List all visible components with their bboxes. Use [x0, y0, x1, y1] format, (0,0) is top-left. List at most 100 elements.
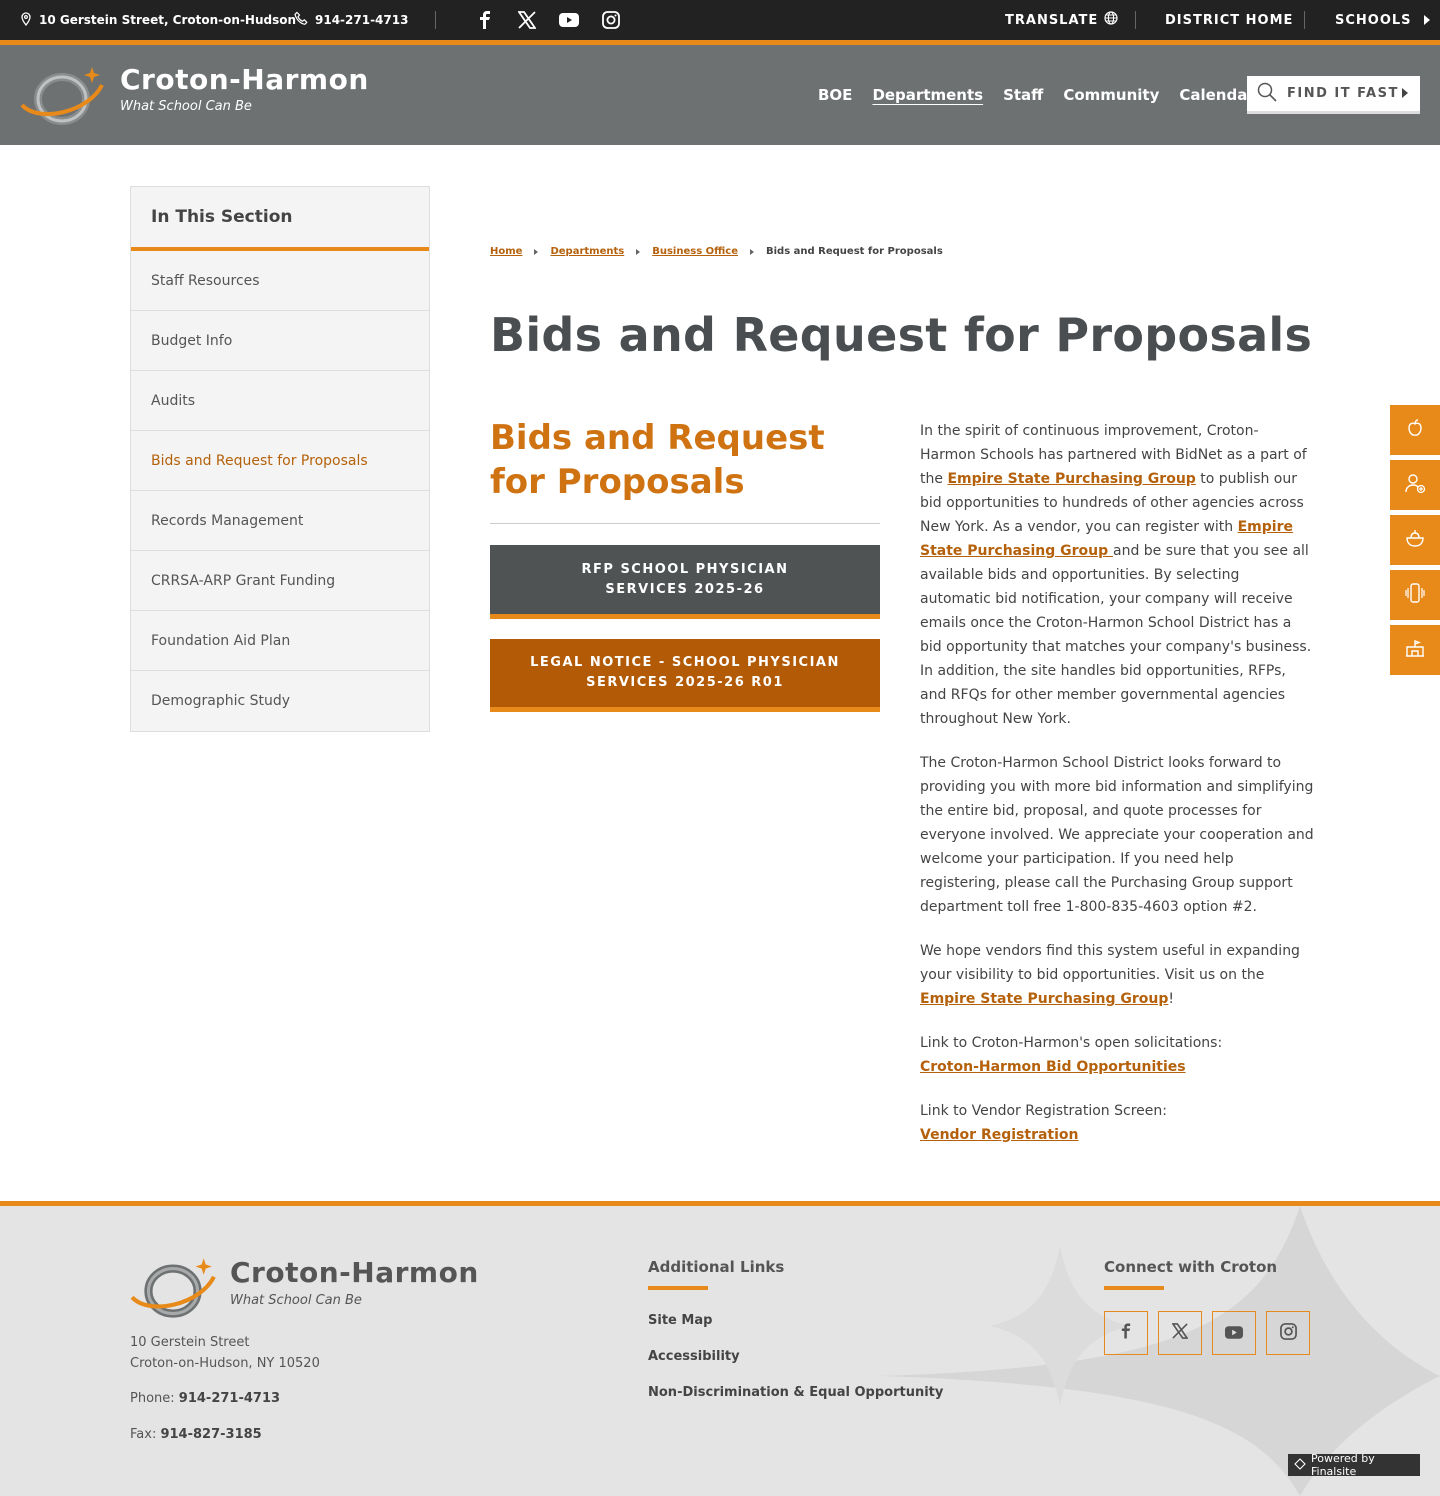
instagram-icon[interactable] — [600, 9, 622, 31]
footer-logo-icon[interactable] — [128, 1256, 218, 1320]
x-icon[interactable] — [516, 9, 538, 31]
address[interactable]: 10 Gerstein Street, Croton-on-Hudson — [20, 0, 296, 40]
heading-underline — [1104, 1286, 1164, 1290]
facebook-icon[interactable] — [474, 9, 496, 31]
utility-bar: 10 Gerstein Street, Croton-on-Hudson 914… — [0, 0, 1440, 40]
footer-facebook-button[interactable] — [1104, 1311, 1148, 1355]
site-footer: Croton-Harmon What School Can Be 10 Gers… — [0, 1206, 1440, 1496]
schools-menu-button[interactable]: SCHOOLS — [1335, 0, 1430, 40]
site-header: Croton-Harmon What School Can Be BOE Dep… — [0, 45, 1440, 145]
footer-tagline: What School Can Be — [230, 1293, 362, 1308]
phone-label: Phone: — [130, 1391, 179, 1406]
sidebar-item-records-management[interactable]: Records Management — [131, 491, 429, 551]
rfp-button-label: RFP SCHOOL PHYSICIAN SERVICES 2025-26 — [582, 560, 789, 600]
footer-fax: Fax: 914-827-3185 — [130, 1427, 262, 1442]
divider — [1135, 11, 1136, 29]
site-title[interactable]: Croton-Harmon — [120, 63, 369, 96]
paragraph-registration: Link to Vendor Registration Screen: Vendo… — [920, 1099, 1314, 1147]
breadcrumb: Home Departments Business Office Bids an… — [490, 246, 943, 257]
find-it-fast-label: FIND IT FAST — [1287, 86, 1399, 101]
district-home-link[interactable]: DISTRICT HOME — [1165, 0, 1293, 40]
translate-label: TRANSLATE — [1005, 12, 1099, 28]
instagram-icon — [1279, 1322, 1297, 1344]
schools-label: SCHOOLS — [1335, 12, 1412, 28]
location-pin-icon — [20, 11, 32, 29]
legal-label-line1: LEGAL NOTICE - SCHOOL PHYSICIAN — [530, 655, 840, 670]
paragraph-support: The Croton-Harmon School District looks … — [920, 755, 1314, 915]
empire-state-link[interactable]: Empire State Purchasing Group — [947, 471, 1195, 487]
footer-link-site-map[interactable]: Site Map — [648, 1313, 712, 1328]
sidebar-item-bids[interactable]: Bids and Request for Proposals — [131, 431, 429, 491]
utility-social — [474, 0, 622, 40]
breadcrumb-home[interactable]: Home — [490, 246, 522, 257]
nav-calendar[interactable]: Calendar — [1179, 86, 1254, 104]
phone-number[interactable]: 914-271-4713 — [179, 1391, 280, 1406]
empire-state-link[interactable]: Empire State Purchasing Group — [920, 991, 1168, 1007]
footer-address: 10 Gerstein Street Croton-on-Hudson, NY … — [130, 1332, 320, 1374]
rfp-school-physician-button[interactable]: RFP SCHOOL PHYSICIAN SERVICES 2025-26 — [490, 545, 880, 619]
caret-right-icon — [1402, 88, 1408, 98]
x-icon — [1171, 1323, 1189, 1343]
page-title: Bids and Request for Proposals — [490, 308, 1313, 362]
sidebar-item-audits[interactable]: Audits — [131, 371, 429, 431]
breadcrumb-separator-icon — [636, 248, 641, 255]
food-icon — [1404, 528, 1426, 552]
sidebar-heading: In This Section — [131, 187, 429, 251]
paragraph-solicitations: Link to Croton-Harmon's open solicitatio… — [920, 1031, 1314, 1079]
legal-notice-button[interactable]: LEGAL NOTICE - SCHOOL PHYSICIAN SERVICES… — [490, 639, 880, 712]
bid-opportunities-link[interactable]: Croton-Harmon Bid Opportunities — [920, 1059, 1186, 1075]
site-tagline: What School Can Be — [120, 99, 252, 114]
find-it-fast-button[interactable]: FIND IT FAST — [1247, 76, 1420, 114]
text: Link to Croton-Harmon's open solicitatio… — [920, 1035, 1223, 1051]
nav-boe[interactable]: BOE — [818, 86, 852, 104]
rfp-label-line2: SERVICES 2025-26 — [605, 581, 765, 597]
heading-underline — [648, 1286, 708, 1290]
youtube-icon[interactable] — [558, 9, 580, 31]
mobile-icon — [1404, 582, 1426, 608]
globe-icon — [1104, 11, 1118, 29]
translate-button[interactable]: TRANSLATE — [1005, 0, 1118, 40]
phone-icon — [294, 11, 309, 29]
nav-departments[interactable]: Departments — [872, 86, 983, 104]
powered-label: Powered by Finalsite — [1311, 1452, 1375, 1478]
footer-link-non-discrimination[interactable]: Non-Discrimination & Equal Opportunity — [648, 1385, 943, 1400]
phone[interactable]: 914-271-4713 — [294, 0, 408, 40]
text: Link to Vendor Registration Screen: — [920, 1103, 1167, 1119]
sidebar-item-crrsa-arp[interactable]: CRRSA-ARP Grant Funding — [131, 551, 429, 611]
footer-instagram-button[interactable] — [1266, 1311, 1310, 1355]
powered-by-finalsite[interactable]: Powered by Finalsite — [1288, 1452, 1420, 1478]
district-logo-icon[interactable] — [18, 65, 106, 127]
footer-link-accessibility[interactable]: Accessibility — [648, 1349, 740, 1364]
vendor-registration-link[interactable]: Vendor Registration — [920, 1127, 1079, 1143]
address-line-2: Croton-on-Hudson, NY 10520 — [130, 1356, 320, 1371]
quick-link-food[interactable] — [1390, 515, 1440, 565]
connect-heading: Connect with Croton — [1104, 1258, 1278, 1276]
sidebar-item-foundation-aid[interactable]: Foundation Aid Plan — [131, 611, 429, 671]
main-nav: BOE Departments Staff Community Calendar — [818, 45, 1255, 145]
section-title: Bids and Request for Proposals — [490, 418, 825, 502]
sidebar-item-staff-resources[interactable]: Staff Resources — [131, 251, 429, 311]
paragraph-intro: In the spirit of continuous improvement,… — [920, 419, 1314, 731]
caret-right-icon — [1423, 15, 1430, 25]
footer-youtube-button[interactable] — [1212, 1311, 1256, 1355]
quick-link-user[interactable] — [1390, 460, 1440, 510]
quick-link-apple[interactable] — [1390, 405, 1440, 455]
footer-phone: Phone: 914-271-4713 — [130, 1391, 280, 1406]
nav-staff[interactable]: Staff — [1003, 86, 1043, 104]
text: and be sure that you see all available b… — [920, 543, 1312, 727]
footer-x-button[interactable] — [1158, 1311, 1202, 1355]
finalsite-icon — [1294, 1457, 1306, 1473]
legal-label-line2: SERVICES 2025-26 R01 — [586, 675, 784, 690]
rfp-label-line1: RFP SCHOOL PHYSICIAN — [581, 561, 789, 577]
quick-link-school[interactable] — [1390, 625, 1440, 675]
sidebar-item-budget-info[interactable]: Budget Info — [131, 311, 429, 371]
breadcrumb-departments[interactable]: Departments — [550, 246, 624, 257]
facebook-icon — [1121, 1322, 1131, 1344]
footer-title: Croton-Harmon — [230, 1256, 479, 1289]
nav-community[interactable]: Community — [1063, 86, 1159, 104]
sidebar-item-demographic-study[interactable]: Demographic Study — [131, 671, 429, 731]
quick-link-mobile[interactable] — [1390, 570, 1440, 620]
section-divider — [490, 523, 880, 524]
breadcrumb-business-office[interactable]: Business Office — [652, 246, 738, 257]
breadcrumb-current: Bids and Request for Proposals — [766, 246, 943, 257]
